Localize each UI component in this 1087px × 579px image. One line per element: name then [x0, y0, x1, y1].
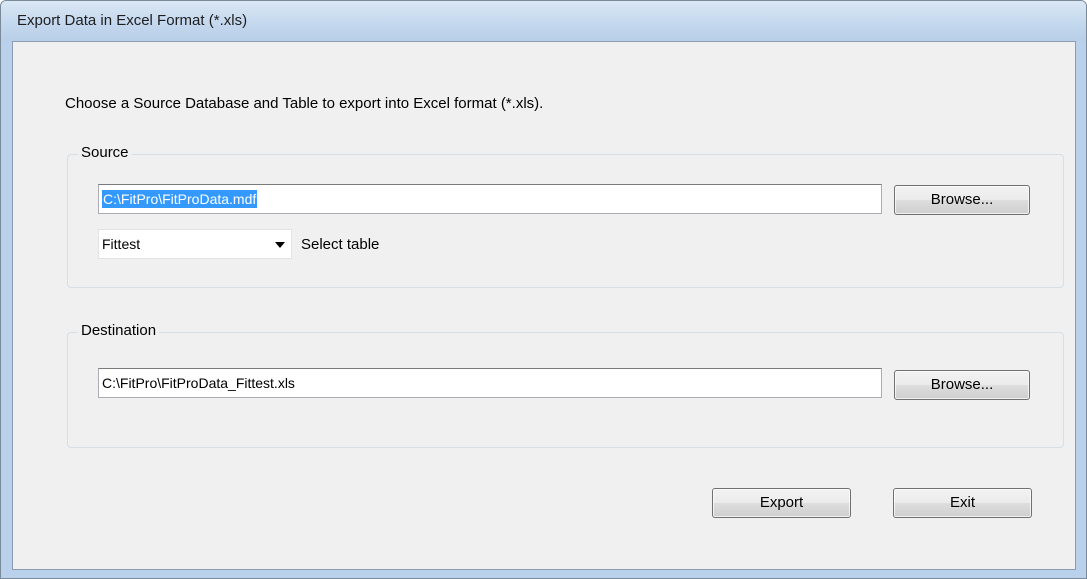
destination-group-legend: Destination [78, 322, 160, 339]
source-path-value: C:\FitPro\FitProData.mdf [102, 190, 258, 208]
window-title: Export Data in Excel Format (*.xls) [17, 12, 248, 29]
instruction-text: Choose a Source Database and Table to ex… [65, 95, 544, 112]
table-select-value: Fittest [102, 236, 141, 252]
export-button[interactable]: Export [712, 488, 851, 518]
source-browse-button[interactable]: Browse... [894, 185, 1030, 215]
destination-group: Destination C:\FitPro\FitProData_Fittest… [67, 322, 1064, 448]
destination-browse-button[interactable]: Browse... [894, 370, 1030, 400]
table-select-dropdown[interactable]: Fittest [98, 229, 292, 259]
dialog-client-area: Choose a Source Database and Table to ex… [12, 41, 1076, 570]
destination-path-value: C:\FitPro\FitProData_Fittest.xls [102, 375, 295, 391]
export-dialog: Export Data in Excel Format (*.xls) Choo… [0, 0, 1087, 579]
source-group-legend: Source [78, 144, 132, 161]
title-bar[interactable]: Export Data in Excel Format (*.xls) [1, 1, 1086, 41]
chevron-down-icon [275, 242, 285, 248]
source-group: Source C:\FitPro\FitProData.mdf Browse..… [67, 144, 1064, 288]
destination-path-input[interactable]: C:\FitPro\FitProData_Fittest.xls [98, 368, 882, 398]
select-table-label: Select table [301, 236, 380, 253]
source-path-input[interactable]: C:\FitPro\FitProData.mdf [98, 184, 882, 214]
exit-button[interactable]: Exit [893, 488, 1032, 518]
